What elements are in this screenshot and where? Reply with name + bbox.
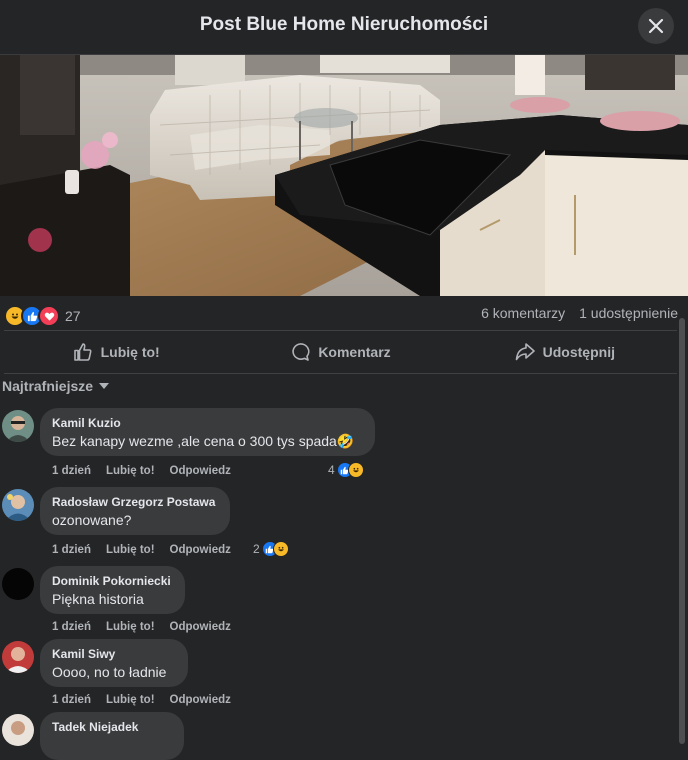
comment-reactions[interactable]: 2	[253, 541, 289, 557]
comment-reply-link[interactable]: Odpowiedz	[170, 694, 231, 706]
comment-button[interactable]: Komentarz	[228, 331, 452, 373]
comment-sort-dropdown[interactable]: Najtrafniejsze	[2, 378, 110, 394]
comment-text: Bez kanapy wezme ,ale cena o 300 tys spa…	[52, 433, 355, 449]
comment-time[interactable]: 1 dzień	[52, 621, 91, 633]
caret-down-icon	[99, 383, 110, 389]
scrollbar[interactable]	[679, 318, 685, 744]
avatar[interactable]	[2, 489, 34, 521]
comment-bubble: Radosław Grzegorz Postawa ozonowane?	[40, 487, 230, 535]
comment-time[interactable]: 1 dzień	[52, 544, 91, 556]
reaction-summary[interactable]: 27	[4, 305, 81, 327]
comment-author[interactable]: Dominik Pokorniecki	[52, 574, 173, 588]
comment-bubble: Tadek Niejadek	[40, 712, 184, 760]
comment-like-link[interactable]: Lubię to!	[106, 465, 155, 477]
post-stats: 27 6 komentarzy 1 udostępnienie	[0, 296, 688, 330]
comment-like-link[interactable]: Lubię to!	[106, 621, 155, 633]
comment-reply-link[interactable]: Odpowiedz	[170, 621, 231, 633]
comment-time[interactable]: 1 dzień	[52, 694, 91, 706]
like-button[interactable]: Lubię to!	[4, 331, 228, 373]
close-icon	[648, 18, 664, 34]
avatar[interactable]	[2, 714, 34, 746]
comment-button-label: Komentarz	[318, 344, 391, 360]
comment-bubble: Kamil Kuzio Bez kanapy wezme ,ale cena o…	[40, 408, 375, 456]
comment-time[interactable]: 1 dzień	[52, 465, 91, 477]
share-arrow-icon	[515, 343, 535, 361]
share-button[interactable]: Udostępnij	[453, 331, 677, 373]
comment-text: ozonowane?	[52, 512, 132, 528]
comment-bubble: Kamil Siwy Oooo, no to ładnie	[40, 639, 188, 687]
thumbs-up-icon	[73, 343, 92, 361]
haha-reaction-icon	[272, 541, 289, 557]
comment-author[interactable]: Kamil Kuzio	[52, 416, 363, 430]
haha-reaction-icon	[347, 462, 364, 478]
comment-like-link[interactable]: Lubię to!	[106, 544, 155, 556]
avatar[interactable]	[2, 568, 34, 600]
comment-like-link[interactable]: Lubię to!	[106, 694, 155, 706]
sort-label: Najtrafniejsze	[2, 378, 94, 394]
comment-text: Piękna historia	[52, 591, 144, 607]
comment-author[interactable]: Kamil Siwy	[52, 647, 176, 661]
comment-reactions[interactable]: 4	[328, 462, 364, 478]
avatar[interactable]	[2, 641, 34, 673]
comment-bubble: Dominik Pokorniecki Piękna historia	[40, 566, 185, 614]
share-button-label: Udostępnij	[542, 344, 615, 360]
comment-author[interactable]: Tadek Niejadek	[52, 720, 172, 734]
love-reaction-icon	[38, 305, 60, 327]
post-actions: Lubię to! Komentarz Udostępnij	[4, 330, 677, 374]
reaction-count: 27	[65, 308, 81, 324]
comment-reaction-count: 2	[253, 542, 260, 556]
avatar[interactable]	[2, 410, 34, 442]
close-button[interactable]	[638, 8, 674, 44]
like-button-label: Lubię to!	[100, 344, 160, 360]
comment-reaction-count: 4	[328, 463, 335, 477]
comment-text: Oooo, no to ładnie	[52, 664, 167, 680]
page-title: Post Blue Home Nieruchomości	[199, 14, 489, 35]
comment-bubble-icon	[292, 343, 310, 361]
shares-count-link[interactable]: 1 udostępnienie	[579, 305, 678, 321]
comments-count-link[interactable]: 6 komentarzy	[481, 305, 565, 321]
modal-header: Post Blue Home Nieruchomości	[0, 0, 688, 55]
comment-reply-link[interactable]: Odpowiedz	[170, 544, 231, 556]
comment-reply-link[interactable]: Odpowiedz	[170, 465, 231, 477]
interior-photo-illustration	[0, 55, 688, 296]
post-photo[interactable]	[0, 55, 688, 296]
comment-author[interactable]: Radosław Grzegorz Postawa	[52, 495, 218, 509]
